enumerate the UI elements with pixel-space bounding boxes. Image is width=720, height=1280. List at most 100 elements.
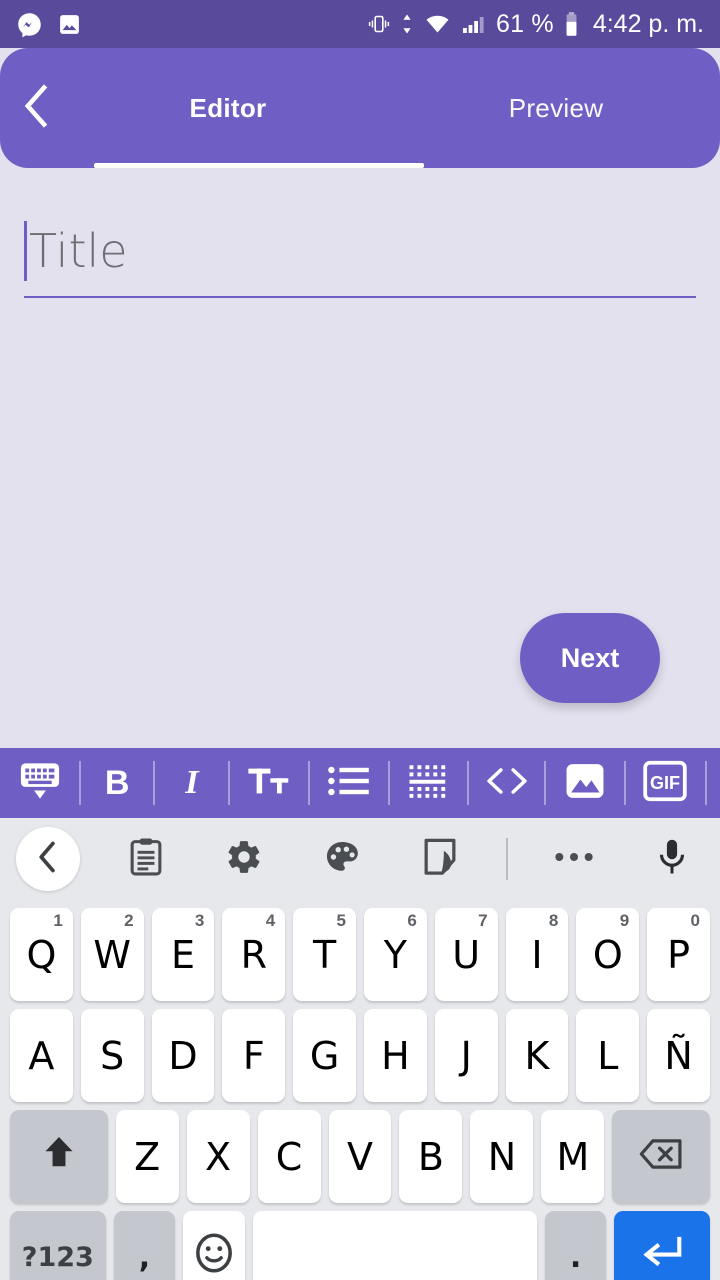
italic-button[interactable]: I	[168, 748, 215, 818]
key-n[interactable]: N	[470, 1110, 534, 1203]
key-label: Q	[26, 932, 57, 977]
key-z[interactable]: Z	[115, 1110, 179, 1203]
cellular-signal-icon	[461, 12, 487, 36]
format-toolbar: B I GIF	[0, 748, 720, 818]
key-y[interactable]: 6Y	[363, 908, 427, 1001]
toolbar-separator	[705, 761, 708, 805]
bullet-list-button[interactable]	[323, 748, 375, 818]
toolbar-separator	[467, 761, 470, 805]
next-button[interactable]: Next	[520, 613, 660, 703]
tab-preview[interactable]: Preview	[392, 48, 720, 168]
backspace-icon	[639, 1135, 683, 1179]
status-bar-indicators: 61 % 4:42 p. m.	[367, 10, 704, 39]
key-f[interactable]: F	[222, 1009, 286, 1102]
key-label: W	[93, 932, 131, 977]
sticker-icon	[422, 837, 458, 882]
key-superscript: 9	[619, 911, 630, 930]
hide-keyboard-icon	[18, 760, 62, 807]
key-m[interactable]: M	[541, 1110, 605, 1203]
space-key[interactable]	[252, 1211, 537, 1280]
italic-label: I	[185, 764, 199, 801]
key-u[interactable]: 7U	[434, 908, 498, 1001]
key-e[interactable]: 3E	[151, 908, 215, 1001]
comma-key[interactable]: ,	[113, 1211, 176, 1280]
key-label: T	[312, 932, 337, 977]
key-w[interactable]: 2W	[80, 908, 144, 1001]
backspace-key[interactable]	[612, 1110, 710, 1203]
bold-button[interactable]: B	[94, 748, 141, 818]
key-r[interactable]: 4R	[222, 908, 286, 1001]
key-enye[interactable]: Ñ	[647, 1009, 710, 1102]
table-button[interactable]	[403, 748, 455, 818]
bold-label: B	[104, 764, 130, 802]
toolbar-separator	[387, 761, 390, 805]
key-superscript: 7	[478, 911, 488, 930]
title-input[interactable]: Title	[24, 206, 696, 298]
toolbar-separator	[153, 761, 156, 805]
key-b[interactable]: B	[399, 1110, 463, 1203]
keyboard-toolbar	[0, 818, 720, 900]
status-bar: 61 % 4:42 p. m.	[0, 0, 720, 48]
clipboard-button[interactable]	[114, 827, 178, 891]
enter-arrow-icon	[640, 1235, 684, 1280]
keyboard-row-4: ?123 , .	[4, 1207, 716, 1280]
back-button[interactable]	[0, 48, 64, 168]
more-options-button[interactable]	[542, 827, 606, 891]
toolbar-separator	[543, 761, 546, 805]
emoji-key[interactable]	[183, 1211, 245, 1280]
key-x[interactable]: X	[186, 1110, 250, 1203]
sticker-button[interactable]	[408, 827, 472, 891]
voice-input-button[interactable]	[640, 827, 704, 891]
key-superscript: 8	[548, 911, 559, 930]
battery-percent-label: 61 %	[496, 9, 554, 38]
key-label: E	[170, 932, 195, 977]
text-size-button[interactable]	[243, 748, 295, 818]
key-c[interactable]: C	[257, 1110, 321, 1203]
key-q[interactable]: 1Q	[10, 908, 73, 1001]
tab-editor[interactable]: Editor	[64, 48, 392, 168]
key-superscript: 2	[124, 911, 134, 930]
emoji-smiley-icon	[194, 1232, 234, 1280]
keyboard-row-2: A S D F G H J K L Ñ	[4, 1005, 716, 1106]
insert-image-button[interactable]	[559, 748, 611, 818]
text-size-icon	[247, 764, 291, 803]
enter-key[interactable]	[614, 1211, 711, 1280]
keyboard-back-button[interactable]	[16, 827, 80, 891]
key-i[interactable]: 8I	[505, 908, 569, 1001]
wifi-icon	[423, 12, 452, 36]
insert-gif-button[interactable]: GIF	[639, 748, 692, 818]
key-v[interactable]: V	[328, 1110, 392, 1203]
key-label: U	[452, 932, 481, 977]
key-t[interactable]: 5T	[293, 908, 356, 1001]
period-key[interactable]: .	[544, 1211, 607, 1280]
key-a[interactable]: A	[10, 1009, 73, 1102]
theme-button[interactable]	[310, 827, 374, 891]
key-d[interactable]: D	[151, 1009, 215, 1102]
editor-area: Title Next	[0, 206, 720, 748]
theme-palette-icon	[323, 838, 361, 881]
key-superscript: 0	[690, 911, 700, 930]
clock-label: 4:42 p. m.	[592, 9, 704, 38]
app-bar-container: Editor Preview	[0, 48, 720, 168]
table-icon	[408, 763, 450, 804]
key-g[interactable]: G	[293, 1009, 356, 1102]
code-button[interactable]	[482, 748, 530, 818]
key-o[interactable]: 9O	[576, 908, 640, 1001]
key-label: Y	[383, 932, 407, 977]
key-s[interactable]: S	[80, 1009, 144, 1102]
key-k[interactable]: K	[505, 1009, 569, 1102]
app-bar: Editor Preview	[0, 48, 720, 168]
settings-button[interactable]	[212, 827, 276, 891]
code-icon	[485, 764, 529, 803]
key-p[interactable]: 0P	[647, 908, 710, 1001]
hide-keyboard-button[interactable]	[14, 748, 66, 818]
toolbar-separator	[307, 761, 310, 805]
key-l[interactable]: L	[576, 1009, 640, 1102]
symbols-key[interactable]: ?123	[10, 1211, 106, 1280]
keyboard-key-rows: 1Q 2W 3E 4R 5T 6Y 7U 8I 9O 0P A S D F G …	[0, 900, 720, 1280]
active-tab-indicator	[94, 163, 424, 168]
key-h[interactable]: H	[363, 1009, 427, 1102]
key-j[interactable]: J	[434, 1009, 498, 1102]
shift-key[interactable]	[10, 1110, 108, 1203]
on-screen-keyboard: 1Q 2W 3E 4R 5T 6Y 7U 8I 9O 0P A S D F G …	[0, 818, 720, 1280]
